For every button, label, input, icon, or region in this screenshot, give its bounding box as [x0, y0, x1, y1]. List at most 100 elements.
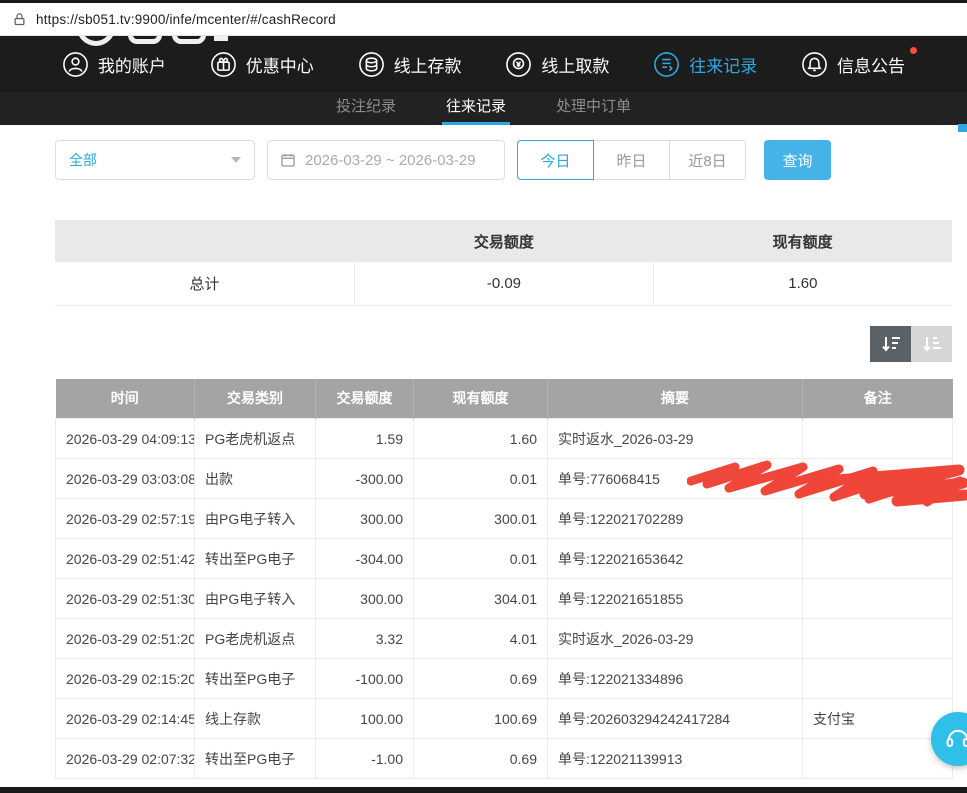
sort-descending-button[interactable] — [870, 326, 911, 362]
table-row: 2026-03-29 02:51:42转出至PG电子-304.000.01单号:… — [56, 539, 953, 579]
col-header-remark: 备注 — [803, 379, 953, 419]
table-cell: -100.00 — [316, 659, 414, 699]
table-cell: 实时返水_2026-03-29 — [548, 619, 803, 659]
table-cell: 转出至PG电子 — [195, 539, 316, 579]
table-cell: 单号:122021702289 — [548, 499, 803, 539]
type-dropdown[interactable]: 全部 — [55, 140, 255, 180]
search-button[interactable]: 查询 — [764, 140, 831, 180]
table-cell — [803, 539, 953, 579]
table-cell: 1.59 — [316, 419, 414, 459]
yesterday-button[interactable]: 昨日 — [593, 140, 670, 180]
records-header-row: 时间 交易类别 交易额度 现有额度 摘要 备注 — [56, 379, 953, 419]
table-cell — [803, 619, 953, 659]
url-text[interactable]: https://sb051.tv:9900/infe/mcenter/#/cas… — [36, 12, 336, 27]
type-dropdown-value: 全部 — [69, 150, 97, 170]
table-cell: -1.00 — [316, 739, 414, 779]
nav-item-announcements[interactable]: 信息公告 — [801, 51, 905, 78]
sub-navigation: 投注纪录 往来记录 处理中订单 — [0, 92, 967, 125]
table-row: 2026-03-29 02:07:32转出至PG电子-1.000.69单号:12… — [56, 739, 953, 779]
table-cell — [803, 739, 953, 779]
sort-ascending-icon — [920, 332, 944, 356]
table-cell: 单号:122021653642 — [548, 539, 803, 579]
table-cell: 单号:122021651855 — [548, 579, 803, 619]
table-cell: 100.69 — [414, 699, 548, 739]
table-cell: 304.01 — [414, 579, 548, 619]
table-cell: 1.60 — [414, 419, 548, 459]
summary-header-row: 交易额度 现有额度 — [55, 220, 952, 262]
table-cell: 支付宝 — [803, 699, 953, 739]
nav-item-transaction-records[interactable]: 往来记录 — [653, 51, 757, 78]
records-table: 时间 交易类别 交易额度 现有额度 摘要 备注 2026-03-29 04:09… — [55, 379, 953, 780]
tab-betting-records[interactable]: 投注纪录 — [332, 92, 400, 125]
filter-row: 全部 2026-03-29 ~ 2026-03-29 今日 昨日 近8日 查询 — [55, 140, 952, 180]
tab-processing-orders[interactable]: 处理中订单 — [552, 92, 635, 125]
summary-header-empty — [55, 220, 355, 262]
sort-descending-icon — [879, 332, 903, 356]
table-row: 2026-03-29 02:51:30由PG电子转入300.00304.01单号… — [56, 579, 953, 619]
table-cell: 由PG电子转入 — [195, 579, 316, 619]
table-cell: 2026-03-29 02:51:20 — [56, 619, 195, 659]
last-8-days-button[interactable]: 近8日 — [669, 140, 746, 180]
site-header: 我的账户 优惠中心 线上存款 线上取款 — [0, 36, 967, 92]
records-table-body: 2026-03-29 04:09:13PG老虎机返点1.591.60实时返水_2… — [56, 419, 953, 779]
table-cell: 出款 — [195, 459, 316, 499]
table-cell: 转出至PG电子 — [195, 659, 316, 699]
table-row: 2026-03-29 02:51:20PG老虎机返点3.324.01实时返水_2… — [56, 619, 953, 659]
chevron-down-icon — [231, 157, 241, 163]
headset-icon — [944, 725, 967, 753]
table-cell: 实时返水_2026-03-29 — [548, 419, 803, 459]
nav-item-my-account[interactable]: 我的账户 — [62, 51, 166, 78]
table-cell: 0.69 — [414, 659, 548, 699]
notification-dot — [910, 47, 917, 54]
table-row: 2026-03-29 02:57:19由PG电子转入300.00300.01单号… — [56, 499, 953, 539]
nav-item-withdraw[interactable]: 线上取款 — [505, 51, 609, 78]
summary-header-transaction: 交易额度 — [355, 220, 654, 262]
col-header-type: 交易类别 — [195, 379, 316, 419]
date-range-value: 2026-03-29 ~ 2026-03-29 — [305, 152, 476, 169]
table-cell: 单号:776068415 — [548, 459, 803, 499]
col-header-time: 时间 — [56, 379, 195, 419]
table-cell: 100.00 — [316, 699, 414, 739]
table-cell: 线上存款 — [195, 699, 316, 739]
summary-total-row: 总计 -0.09 1.60 — [55, 262, 952, 305]
table-cell: 4.01 — [414, 619, 548, 659]
table-cell: 2026-03-29 02:14:45 — [56, 699, 195, 739]
table-row: 2026-03-29 02:15:20转出至PG电子-100.000.69单号:… — [56, 659, 953, 699]
withdraw-coin-icon — [505, 51, 532, 78]
table-cell — [803, 659, 953, 699]
user-icon — [62, 51, 89, 78]
table-cell — [803, 459, 953, 499]
nav-item-label: 信息公告 — [837, 52, 905, 77]
gift-icon — [210, 51, 237, 78]
bottom-edge-bar — [0, 787, 967, 793]
table-cell: 2026-03-29 02:51:30 — [56, 579, 195, 619]
nav-item-promotions[interactable]: 优惠中心 — [210, 51, 314, 78]
col-header-amount: 交易额度 — [316, 379, 414, 419]
table-cell: -300.00 — [316, 459, 414, 499]
col-header-balance: 现有额度 — [414, 379, 548, 419]
table-cell: 0.01 — [414, 539, 548, 579]
date-range-input[interactable]: 2026-03-29 ~ 2026-03-29 — [267, 140, 505, 180]
table-cell: 单号:122021139913 — [548, 739, 803, 779]
sort-controls — [55, 326, 952, 362]
main-navigation: 我的账户 优惠中心 线上存款 线上取款 — [0, 36, 967, 92]
table-cell: 2026-03-29 02:07:32 — [56, 739, 195, 779]
tab-transaction-records[interactable]: 往来记录 — [442, 92, 510, 125]
table-cell: 0.01 — [414, 459, 548, 499]
today-button[interactable]: 今日 — [517, 140, 594, 180]
nav-item-deposit[interactable]: 线上存款 — [358, 51, 462, 78]
table-cell: 3.32 — [316, 619, 414, 659]
quick-date-buttons: 今日 昨日 近8日 — [517, 140, 746, 180]
summary-header-balance: 现有额度 — [653, 220, 952, 262]
summary-table: 交易额度 现有额度 总计 -0.09 1.60 — [55, 220, 952, 306]
table-cell: 2026-03-29 04:09:13 — [56, 419, 195, 459]
table-cell: 2026-03-29 03:03:08 — [56, 459, 195, 499]
table-cell: 300.01 — [414, 499, 548, 539]
sort-ascending-button[interactable] — [911, 326, 952, 362]
table-cell: 2026-03-29 02:51:42 — [56, 539, 195, 579]
nav-item-label: 线上存款 — [394, 52, 462, 77]
records-icon — [653, 51, 680, 78]
summary-current-total: 1.60 — [653, 262, 952, 305]
nav-item-label: 往来记录 — [689, 52, 757, 77]
summary-row-label: 总计 — [55, 262, 355, 305]
